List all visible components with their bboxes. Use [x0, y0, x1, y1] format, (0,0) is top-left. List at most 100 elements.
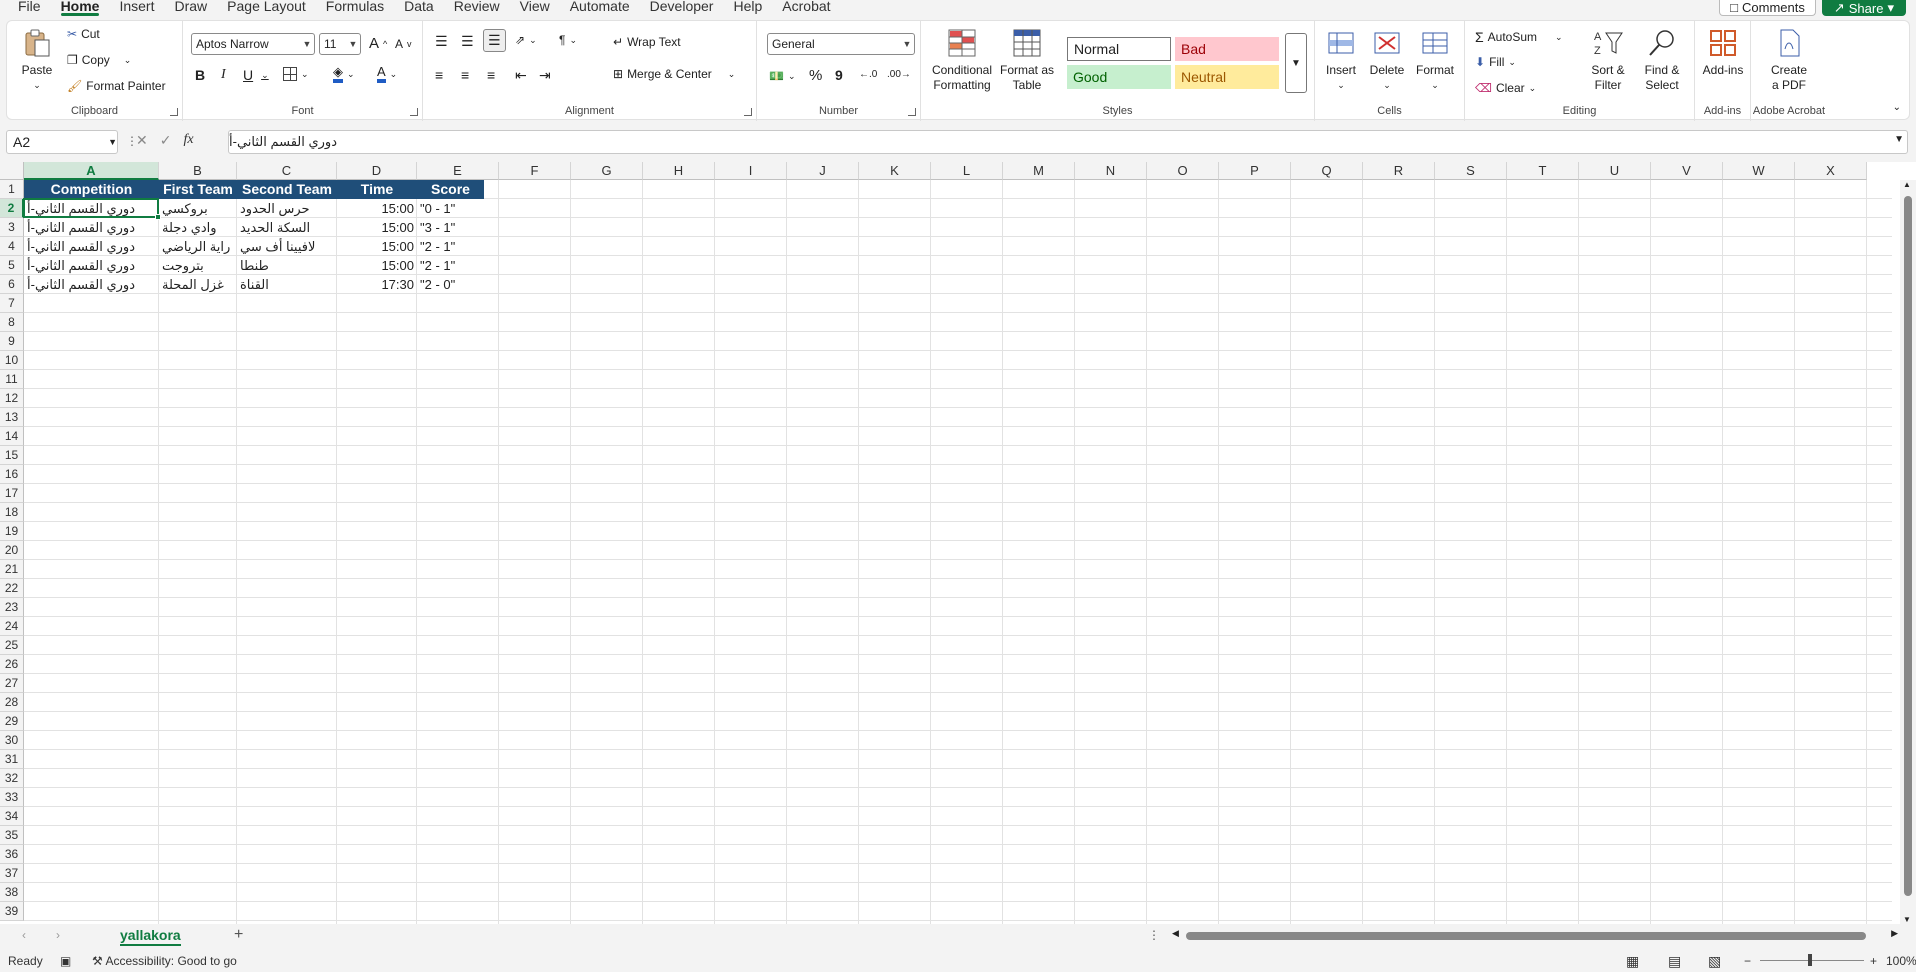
column-header-g[interactable]: G	[571, 162, 643, 180]
increase-font-button[interactable]: A ^	[369, 35, 387, 52]
comma-style-button[interactable]: 9	[835, 67, 843, 83]
row-header-11[interactable]: 11	[0, 370, 24, 389]
row-header-31[interactable]: 31	[0, 750, 24, 769]
dialog-launcher-icon[interactable]	[170, 108, 178, 116]
table-cell[interactable]: 15:00	[337, 237, 417, 256]
row-header-38[interactable]: 38	[0, 883, 24, 902]
header-cell-time[interactable]: Time	[337, 180, 417, 199]
collapse-ribbon-icon[interactable]: ⌄	[1893, 102, 1901, 113]
table-cell[interactable]: دوري القسم الثاني-أ	[24, 237, 159, 256]
table-cell[interactable]: 15:00	[337, 199, 417, 218]
menu-tab-help[interactable]: Help	[733, 0, 762, 13]
row-header-28[interactable]: 28	[0, 693, 24, 712]
menu-tab-review[interactable]: Review	[454, 0, 500, 13]
row-header-29[interactable]: 29	[0, 712, 24, 731]
row-header-10[interactable]: 10	[0, 351, 24, 370]
row-header-6[interactable]: 6	[0, 275, 24, 294]
macro-record-icon[interactable]: ▣	[60, 954, 71, 968]
accessibility-status[interactable]: ⚒ Accessibility: Good to go	[92, 954, 237, 968]
menu-tab-data[interactable]: Data	[404, 0, 434, 13]
menu-tab-page-layout[interactable]: Page Layout	[227, 0, 306, 13]
column-header-p[interactable]: P	[1219, 162, 1291, 180]
number-format-select[interactable]: General ▼	[767, 33, 915, 55]
menu-tab-draw[interactable]: Draw	[174, 0, 207, 13]
font-size-select[interactable]: 11 ▼	[319, 33, 361, 55]
row-header-35[interactable]: 35	[0, 826, 24, 845]
fill-color-button[interactable]: ◈ ⌄	[333, 65, 355, 83]
menu-tab-view[interactable]: View	[520, 0, 550, 13]
merge-center-button[interactable]: ⊞ Merge & Center ⌄	[613, 67, 735, 81]
align-middle-button[interactable]: ☰	[461, 33, 474, 50]
scroll-down-icon[interactable]: ▼	[1903, 915, 1911, 924]
accounting-format-button[interactable]: 💵 ⌄	[769, 69, 796, 83]
row-header-20[interactable]: 20	[0, 541, 24, 560]
row-header-34[interactable]: 34	[0, 807, 24, 826]
row-header-36[interactable]: 36	[0, 845, 24, 864]
format-as-table-button[interactable]: Format as Table	[999, 27, 1055, 93]
menu-tab-file[interactable]: File	[18, 0, 41, 13]
column-header-t[interactable]: T	[1507, 162, 1579, 180]
normal-view-icon[interactable]: ▦	[1626, 953, 1639, 970]
zoom-in-icon[interactable]: +	[1870, 954, 1877, 968]
zoom-level[interactable]: 100%	[1886, 954, 1916, 968]
italic-button[interactable]: I	[221, 67, 226, 83]
row-header-12[interactable]: 12	[0, 389, 24, 408]
column-header-i[interactable]: I	[715, 162, 787, 180]
row-header-2[interactable]: 2	[0, 199, 24, 218]
column-header-v[interactable]: V	[1651, 162, 1723, 180]
row-header-3[interactable]: 3	[0, 218, 24, 237]
table-cell[interactable]: دوري القسم الثاني-أ	[24, 256, 159, 275]
row-header-4[interactable]: 4	[0, 237, 24, 256]
borders-button[interactable]: ⌄	[283, 67, 309, 81]
row-header-30[interactable]: 30	[0, 731, 24, 750]
menu-tab-formulas[interactable]: Formulas	[326, 0, 384, 13]
column-header-j[interactable]: J	[787, 162, 859, 180]
table-cell[interactable]: "3 - 1"	[417, 218, 499, 237]
table-cell[interactable]: 15:00	[337, 256, 417, 275]
row-header-19[interactable]: 19	[0, 522, 24, 541]
underline-button[interactable]: U ⌄	[243, 67, 269, 83]
page-break-view-icon[interactable]: ▧	[1708, 953, 1721, 970]
row-header-9[interactable]: 9	[0, 332, 24, 351]
table-cell[interactable]: راية الرياضي	[159, 237, 237, 256]
align-top-button[interactable]: ☰	[435, 33, 448, 50]
style-bad[interactable]: Bad	[1175, 37, 1279, 61]
column-header-l[interactable]: L	[931, 162, 1003, 180]
add-sheet-button[interactable]: +	[234, 926, 243, 944]
column-header-r[interactable]: R	[1363, 162, 1435, 180]
percent-button[interactable]: %	[809, 67, 822, 84]
table-cell[interactable]: "2 - 1"	[417, 256, 499, 275]
row-header-7[interactable]: 7	[0, 294, 24, 313]
menu-tab-home[interactable]: Home	[60, 0, 99, 16]
worksheet-grid[interactable]: ABCDEFGHIJKLMNOPQRSTUVWX 1 2 3 4 5 6 7 8 9 10 11 12…	[0, 162, 1916, 924]
addins-button[interactable]: Add-ins	[1701, 27, 1745, 78]
row-header-1[interactable]: 1	[0, 180, 24, 199]
autosum-button[interactable]: Σ AutoSum ⌄	[1475, 29, 1563, 45]
row-header-13[interactable]: 13	[0, 408, 24, 427]
style-normal[interactable]: Normal	[1067, 37, 1171, 61]
formula-input[interactable]: دوري القسم الثاني-أ	[228, 130, 1908, 154]
orientation-button[interactable]: ⇗ ⌄	[515, 33, 537, 47]
decrease-decimal-button[interactable]: .00→	[887, 69, 911, 80]
column-header-m[interactable]: M	[1003, 162, 1075, 180]
dialog-launcher-icon[interactable]	[410, 108, 418, 116]
vertical-scrollbar[interactable]: ▲ ▼	[1900, 180, 1916, 924]
format-painter-button[interactable]: 🖌 Format Painter	[67, 79, 166, 93]
row-header-5[interactable]: 5	[0, 256, 24, 275]
align-bottom-button[interactable]: ☰	[483, 29, 506, 52]
column-header-b[interactable]: B	[159, 162, 237, 180]
row-header-22[interactable]: 22	[0, 579, 24, 598]
table-cell[interactable]: بروكسي	[159, 199, 237, 218]
sheet-tab-yallakora[interactable]: yallakora	[110, 924, 191, 948]
table-cell[interactable]: لافيينا أف سي	[237, 237, 337, 256]
horizontal-scrollbar[interactable]: ◀ ▶	[1172, 928, 1898, 942]
zoom-out-icon[interactable]: −	[1744, 954, 1751, 968]
column-header-w[interactable]: W	[1723, 162, 1795, 180]
increase-indent-button[interactable]: ⇥	[539, 67, 551, 84]
name-box[interactable]: A2 ▼	[6, 130, 118, 154]
style-neutral[interactable]: Neutral	[1175, 65, 1279, 89]
style-good[interactable]: Good	[1067, 65, 1171, 89]
more-options-icon[interactable]: ⋮	[1148, 928, 1160, 942]
insert-function-icon[interactable]: fx	[183, 132, 193, 149]
select-all-corner[interactable]	[0, 162, 24, 180]
